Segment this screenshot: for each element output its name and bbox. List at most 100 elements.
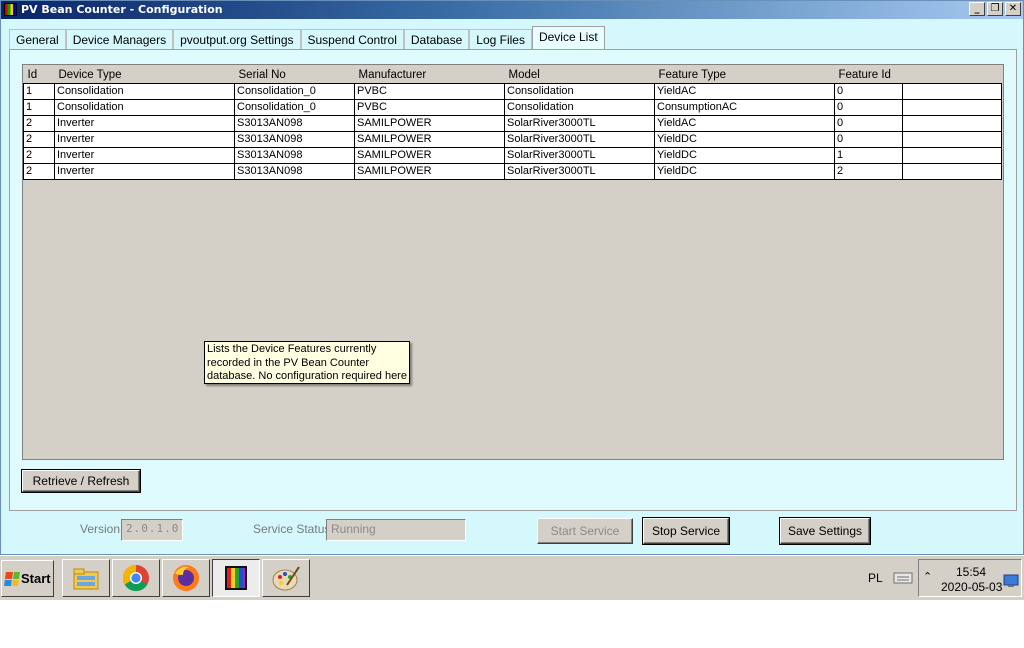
table-cell[interactable]: S3013AN098	[234, 114, 355, 132]
table-cell[interactable]: SAMILPOWER	[354, 130, 505, 148]
table-cell[interactable]: 2	[23, 162, 55, 180]
table-cell-filler	[902, 162, 1002, 180]
table-cell[interactable]: Inverter	[54, 146, 235, 164]
taskbar-pv-bean-counter[interactable]	[212, 559, 260, 597]
save-settings-button[interactable]: Save Settings	[779, 517, 871, 545]
table-cell[interactable]: SolarRiver3000TL	[504, 146, 655, 164]
table-cell[interactable]: ConsumptionAC	[654, 98, 835, 116]
tooltip-line-1: Lists the Device Features currently	[207, 343, 377, 355]
table-row[interactable]: 2 Inverter S3013AN098 SAMILPOWER SolarRiver3…	[23, 130, 1002, 148]
taskbar-file-explorer[interactable]	[62, 559, 110, 597]
table-cell-filler	[902, 114, 1002, 132]
table-cell[interactable]: S3013AN098	[234, 162, 355, 180]
chrome-icon	[122, 564, 149, 592]
tab-log-files[interactable]: Log Files	[469, 29, 532, 49]
windows-logo-icon	[4, 571, 20, 586]
table-cell[interactable]: YieldDC	[654, 146, 835, 164]
table-cell[interactable]: S3013AN098	[234, 146, 355, 164]
column-header[interactable]: Id	[23, 65, 55, 83]
column-header-filler	[902, 65, 1002, 83]
start-button[interactable]: Start	[1, 560, 54, 597]
table-cell[interactable]: 2	[23, 114, 55, 132]
table-cell[interactable]: Inverter	[54, 162, 235, 180]
pv-bean-counter-icon	[225, 566, 247, 590]
table-cell[interactable]: 1	[834, 146, 903, 164]
table-cell[interactable]: S3013AN098	[234, 130, 355, 148]
stop-service-button[interactable]: Stop Service	[642, 517, 730, 545]
tab-suspend-control[interactable]: Suspend Control	[300, 29, 404, 49]
table-cell[interactable]: 2	[834, 162, 903, 180]
table-cell[interactable]: Consolidation_0	[234, 98, 355, 116]
table-cell[interactable]: SAMILPOWER	[354, 162, 505, 180]
table-cell[interactable]: PVBC	[354, 82, 505, 100]
table-cell[interactable]: Consolidation_0	[234, 82, 355, 100]
restore-button[interactable]: ❐	[987, 2, 1003, 16]
clock-date[interactable]: 2020-05-03	[941, 580, 1002, 594]
table-cell[interactable]: 2	[23, 130, 55, 148]
table-cell[interactable]: YieldDC	[654, 162, 835, 180]
taskbar: Start PL ⌃ 15:54 2020-05-03	[0, 555, 1024, 600]
file-explorer-icon	[73, 568, 99, 590]
minimize-button[interactable]: _	[969, 2, 985, 16]
table-cell[interactable]: 0	[834, 114, 903, 132]
close-button[interactable]: ✕	[1005, 2, 1021, 16]
table-cell[interactable]: Consolidation	[54, 82, 235, 100]
column-header[interactable]: Serial No	[234, 65, 355, 83]
paint-icon	[272, 566, 300, 591]
start-label: Start	[21, 571, 51, 586]
table-cell[interactable]: YieldAC	[654, 114, 835, 132]
tab-database[interactable]: Database	[403, 29, 470, 49]
show-hidden-icons-icon[interactable]: ⌃	[923, 570, 932, 583]
table-row[interactable]: 2 Inverter S3013AN098 SAMILPOWER SolarRiver3…	[23, 114, 1002, 132]
table-cell[interactable]: 2	[23, 146, 55, 164]
table-cell[interactable]: Consolidation	[54, 98, 235, 116]
column-header[interactable]: Feature Type	[654, 65, 835, 83]
column-header[interactable]: Feature Id	[834, 65, 903, 83]
table-row[interactable]: 2 Inverter S3013AN098 SAMILPOWER SolarRiver3…	[23, 162, 1002, 180]
tab-pvoutput-org-settings[interactable]: pvoutput.org Settings	[173, 29, 301, 49]
tab-general[interactable]: General	[9, 29, 66, 49]
table-cell[interactable]: PVBC	[354, 98, 505, 116]
grid-header-row: Id Device Type Serial No Manufacturer Model F…	[23, 65, 1002, 83]
table-cell[interactable]: 1	[23, 82, 55, 100]
table-cell[interactable]: 1	[23, 98, 55, 116]
table-cell[interactable]: SolarRiver3000TL	[504, 162, 655, 180]
main-window: PV Bean Counter - Configuration _ ❐ ✕ Ge…	[0, 0, 1024, 555]
tab-device-list[interactable]: Device List	[531, 26, 605, 49]
table-cell[interactable]: Inverter	[54, 130, 235, 148]
retrieve-refresh-button[interactable]: Retrieve / Refresh	[21, 469, 141, 493]
table-row[interactable]: 1 Consolidation Consolidation_0 PVBC Consoli…	[23, 98, 1002, 116]
show-desktop-icon[interactable]	[1003, 574, 1019, 588]
table-cell[interactable]: 0	[834, 130, 903, 148]
tab-device-managers[interactable]: Device Managers	[65, 29, 174, 49]
table-cell[interactable]: Inverter	[54, 114, 235, 132]
table-cell[interactable]: 0	[834, 82, 903, 100]
device-list-grid[interactable]: Id Device Type Serial No Manufacturer Model F…	[22, 64, 1004, 460]
table-cell[interactable]: Consolidation	[504, 98, 655, 116]
table-cell-filler	[902, 82, 1002, 100]
title-bar[interactable]: PV Bean Counter - Configuration _ ❐ ✕	[1, 1, 1023, 19]
clock-time[interactable]: 15:54	[956, 565, 986, 579]
column-header[interactable]: Model	[504, 65, 655, 83]
version-field: 2.0.1.0	[121, 519, 183, 541]
start-service-button[interactable]: Start Service	[537, 518, 633, 544]
table-cell[interactable]: 0	[834, 98, 903, 116]
taskbar-chrome[interactable]	[112, 559, 160, 597]
language-indicator[interactable]: PL	[868, 571, 883, 585]
table-cell[interactable]: SAMILPOWER	[354, 146, 505, 164]
table-cell[interactable]: SolarRiver3000TL	[504, 130, 655, 148]
keyboard-icon[interactable]	[893, 570, 913, 584]
table-row[interactable]: 2 Inverter S3013AN098 SAMILPOWER SolarRiver3…	[23, 146, 1002, 164]
taskbar-firefox[interactable]	[162, 559, 210, 597]
table-cell[interactable]: SolarRiver3000TL	[504, 114, 655, 132]
table-cell[interactable]: YieldDC	[654, 130, 835, 148]
table-cell[interactable]: Consolidation	[504, 82, 655, 100]
taskbar-paint[interactable]	[262, 559, 310, 597]
column-header[interactable]: Manufacturer	[354, 65, 505, 83]
system-tray: ⌃ 15:54 2020-05-03	[918, 559, 1022, 597]
column-header[interactable]: Device Type	[54, 65, 235, 83]
table-cell[interactable]: SAMILPOWER	[354, 114, 505, 132]
table-row[interactable]: 1 Consolidation Consolidation_0 PVBC Consoli…	[23, 82, 1002, 100]
table-cell[interactable]: YieldAC	[654, 82, 835, 100]
tab-bar: General Device Managers pvoutput.org Setti…	[9, 26, 605, 49]
